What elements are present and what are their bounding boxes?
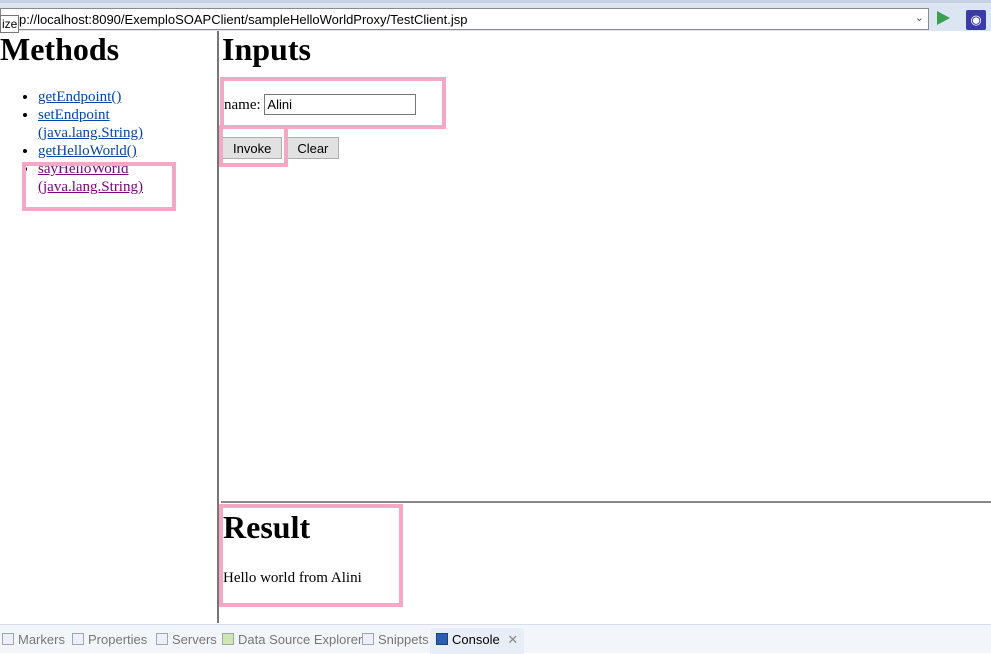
method-link[interactable]: getHelloWorld() [38,143,137,159]
servers-icon [156,633,168,645]
highlight-box [219,504,403,607]
method-item: getEndpoint() [38,88,217,106]
go-icon[interactable] [937,11,950,25]
snippets-icon [362,633,374,645]
data-source-icon [222,633,234,645]
highlight-box [220,77,446,129]
url-input[interactable]: p://localhost:8090/ExemploSOAPClient/sam… [0,8,929,30]
console-icon [436,633,448,645]
chevron-down-icon[interactable]: ⌄ [915,11,924,24]
tab-console[interactable]: Console ✕ [430,628,525,654]
external-browser-icon[interactable]: ◉ [966,10,986,30]
markers-icon [2,633,14,645]
address-bar: p://localhost:8090/ExemploSOAPClient/sam… [0,0,991,33]
highlight-box [22,162,176,211]
tab-data-source-explorer[interactable]: Data Source Explorer [222,632,362,647]
inputs-title: Inputs [222,31,311,67]
methods-title: Methods [0,31,120,67]
highlight-box [219,125,288,167]
tooltip: ize [0,15,19,33]
tab-servers[interactable]: Servers [156,632,217,647]
properties-icon [72,633,84,645]
clear-button[interactable]: Clear [286,137,340,159]
close-icon[interactable]: ✕ [507,632,518,647]
method-link[interactable]: setEndpoint (java.lang.String) [38,107,143,141]
method-link[interactable]: getEndpoint() [38,89,121,105]
methods-frame: Methods getEndpoint() setEndpoint (java.… [0,31,219,623]
method-item: getHelloWorld() [38,142,217,160]
tab-properties[interactable]: Properties [72,632,147,647]
bottom-view-tabs: Markers Properties Servers Data Source E… [0,624,991,654]
method-item: setEndpoint (java.lang.String) [38,106,217,142]
tab-snippets[interactable]: Snippets [362,632,429,647]
tab-markers[interactable]: Markers [2,632,65,647]
